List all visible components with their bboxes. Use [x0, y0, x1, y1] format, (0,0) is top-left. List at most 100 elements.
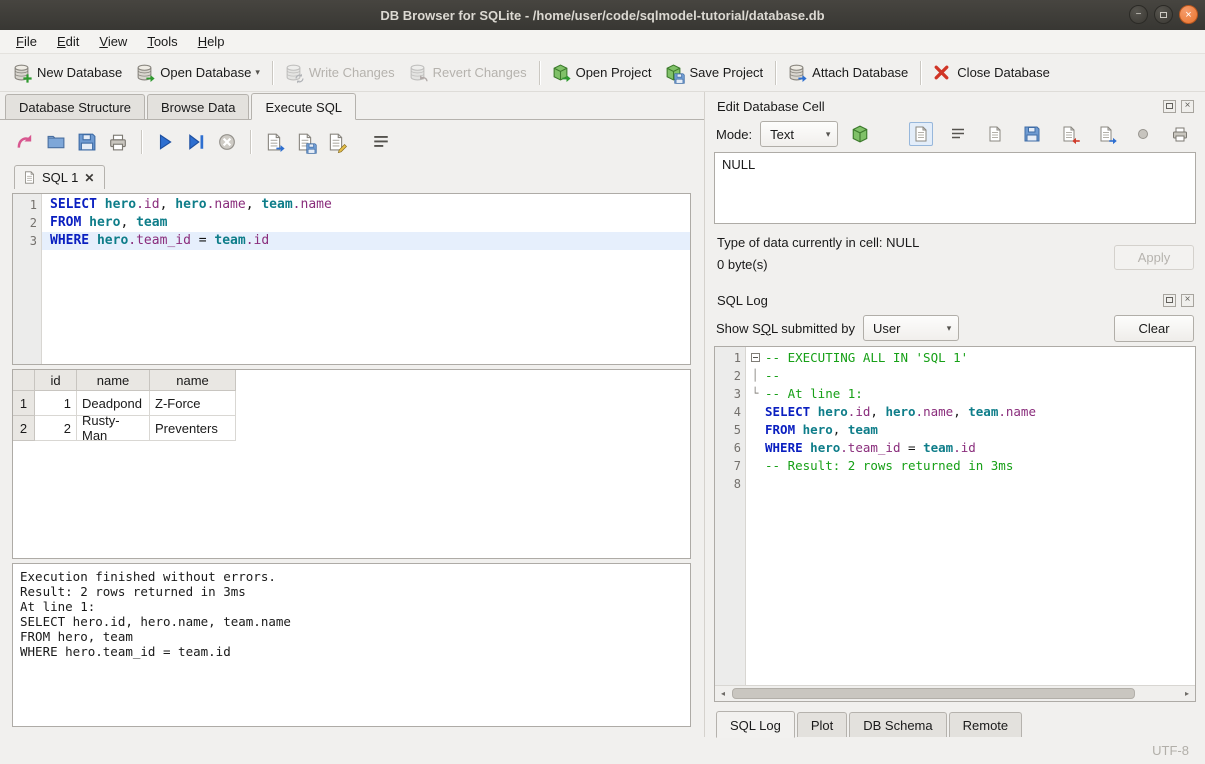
open-sql-file-icon[interactable] — [43, 129, 69, 155]
execute-current-line-icon[interactable] — [183, 129, 209, 155]
code-line[interactable]: 6WHERE hero.team_id = team.id — [715, 439, 1195, 457]
code-line[interactable]: 5FROM hero, team — [715, 421, 1195, 439]
sql-toolbar — [12, 126, 691, 158]
results-cell[interactable]: Rusty-Man — [77, 416, 150, 441]
float-panel-icon[interactable] — [1163, 100, 1176, 113]
results-cell[interactable]: Z-Force — [150, 391, 236, 416]
scrollbar-thumb[interactable] — [732, 688, 1135, 699]
attach-database-button[interactable]: Attach Database — [781, 59, 915, 87]
line-number: 2 — [715, 367, 741, 385]
print-icon[interactable] — [105, 129, 131, 155]
sql-editor[interactable]: 1SELECT hero.id, hero.name, team.name2FR… — [12, 193, 691, 365]
code-line[interactable]: 8 — [715, 475, 1195, 493]
tab-remote[interactable]: Remote — [949, 712, 1023, 737]
code-line[interactable]: 3└-- At line 1: — [715, 385, 1195, 403]
toolbar-separator — [141, 130, 142, 154]
cell-editor[interactable]: NULL — [714, 152, 1196, 224]
new-database-icon — [13, 64, 31, 82]
close-database-icon — [933, 64, 951, 82]
save-sql-file-icon[interactable] — [74, 129, 100, 155]
menu-file[interactable]: File — [6, 31, 47, 52]
results-cell[interactable]: 1 — [35, 391, 77, 416]
submitted-by-select[interactable]: User ▾ — [863, 315, 959, 341]
tab-db-schema[interactable]: DB Schema — [849, 712, 946, 737]
code-line[interactable]: 2FROM hero, team — [13, 214, 690, 232]
menu-view[interactable]: View — [89, 31, 137, 52]
copy-icon[interactable] — [983, 122, 1007, 146]
menu-edit[interactable]: Edit — [47, 31, 89, 52]
results-cell[interactable]: 2 — [35, 416, 77, 441]
tab-database-structure[interactable]: Database Structure — [5, 94, 145, 119]
clear-button[interactable]: Clear — [1114, 315, 1194, 342]
tab-plot[interactable]: Plot — [797, 712, 847, 737]
close-tab-icon[interactable]: ✕ — [84, 171, 94, 185]
toolbar-separator — [272, 61, 273, 85]
code-line[interactable]: 7-- Result: 2 rows returned in 3ms — [715, 457, 1195, 475]
stop-icon — [214, 129, 240, 155]
scrollbar-track[interactable] — [731, 686, 1179, 701]
code-text: FROM hero, team — [765, 422, 878, 437]
code-line[interactable]: 3WHERE hero.team_id = team.id — [13, 232, 690, 250]
word-wrap-icon[interactable] — [946, 122, 970, 146]
results-row-number[interactable]: 2 — [13, 416, 35, 441]
cell-info: Type of data currently in cell: NULL 0 b… — [714, 224, 1196, 286]
results-cell[interactable]: Preventers — [150, 416, 236, 441]
code-line[interactable]: 4SELECT hero.id, hero.name, team.name — [715, 403, 1195, 421]
save-icon[interactable] — [1020, 122, 1044, 146]
titlebar[interactable]: DB Browser for SQLite - /home/user/code/… — [0, 0, 1205, 30]
tab-browse-data[interactable]: Browse Data — [147, 94, 249, 119]
close-button[interactable]: × — [1179, 5, 1198, 24]
window-title: DB Browser for SQLite - /home/user/code/… — [0, 8, 1205, 23]
code-line[interactable]: 1-- EXECUTING ALL IN 'SQL 1' — [715, 349, 1195, 367]
results-column-header[interactable]: name — [150, 370, 236, 391]
set-null-icon[interactable] — [1131, 122, 1155, 146]
submitted-by-value: User — [864, 321, 940, 336]
results-column-header[interactable]: name — [77, 370, 150, 391]
open-project-button[interactable]: Open Project — [545, 59, 659, 87]
fold-marker-icon[interactable] — [748, 349, 762, 367]
tab-sql-log[interactable]: SQL Log — [716, 711, 795, 738]
text-mode-icon[interactable] — [909, 122, 933, 146]
scroll-right-icon[interactable]: ▸ — [1179, 686, 1195, 701]
revert-changes-icon — [409, 64, 427, 82]
close-database-button[interactable]: Close Database — [926, 59, 1057, 87]
dock-icons: × — [1163, 100, 1194, 113]
close-panel-icon[interactable]: × — [1181, 294, 1194, 307]
open-project-icon — [552, 64, 570, 82]
save-results-icon[interactable] — [292, 129, 318, 155]
encoding-indicator[interactable]: UTF-8 — [1152, 743, 1189, 758]
menu-help[interactable]: Help — [188, 31, 235, 52]
scroll-left-icon[interactable]: ◂ — [715, 686, 731, 701]
print-icon[interactable] — [1168, 122, 1192, 146]
sql-log-view[interactable]: 1-- EXECUTING ALL IN 'SQL 1'2│--3└-- At … — [714, 346, 1196, 702]
results-row-number[interactable]: 1 — [13, 391, 35, 416]
new-database-label: New Database — [37, 65, 122, 80]
mode-select[interactable]: Text ▾ — [760, 121, 838, 147]
maximize-button[interactable] — [1154, 5, 1173, 24]
new-database-button[interactable]: New Database — [6, 59, 129, 87]
open-database-dropdown-icon[interactable]: ▾ — [255, 67, 260, 78]
open-database-button[interactable]: Open Database ▾ — [129, 59, 267, 87]
execute-all-icon[interactable] — [152, 129, 178, 155]
tab-execute-sql[interactable]: Execute SQL — [251, 93, 356, 120]
code-line[interactable]: 1SELECT hero.id, hero.name, team.name — [13, 196, 690, 214]
import-icon[interactable] — [1057, 122, 1081, 146]
open-results-icon[interactable] — [261, 129, 287, 155]
code-line[interactable]: 2│-- — [715, 367, 1195, 385]
save-project-button[interactable]: Save Project — [658, 59, 770, 87]
export-icon[interactable] — [1094, 122, 1118, 146]
results-grid[interactable]: idnamename11DeadpondZ-Force22Rusty-ManPr… — [12, 369, 691, 559]
minimize-button[interactable]: − — [1129, 5, 1148, 24]
results-column-header[interactable]: id — [35, 370, 77, 391]
menu-tools[interactable]: Tools — [137, 31, 187, 52]
close-panel-icon[interactable]: × — [1181, 100, 1194, 113]
word-wrap-icon[interactable] — [368, 129, 394, 155]
sql-log-header: SQL Log × — [714, 286, 1196, 310]
execution-message[interactable]: Execution finished without errors. Resul… — [12, 563, 691, 727]
import-settings-icon[interactable] — [846, 121, 874, 147]
new-tab-icon[interactable] — [12, 129, 38, 155]
horizontal-scrollbar[interactable]: ◂ ▸ — [715, 685, 1195, 701]
sql-tab[interactable]: SQL 1 ✕ — [14, 165, 105, 189]
float-panel-icon[interactable] — [1163, 294, 1176, 307]
edit-sql-icon[interactable] — [323, 129, 349, 155]
